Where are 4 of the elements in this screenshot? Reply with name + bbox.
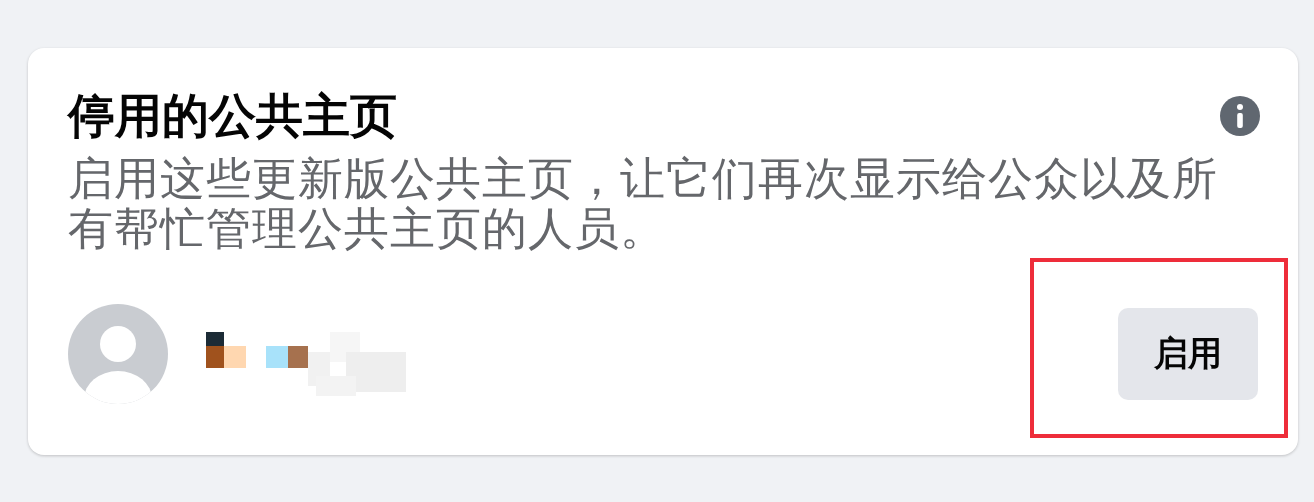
card-description: 启用这些更新版公共主页，让它们再次显示给公众以及所有帮忙管理公共主页的人员。 <box>68 154 1219 254</box>
info-icon[interactable] <box>1220 96 1260 136</box>
enable-button[interactable]: 启用 <box>1118 308 1258 400</box>
card-title: 停用的公共主页 <box>68 88 397 144</box>
